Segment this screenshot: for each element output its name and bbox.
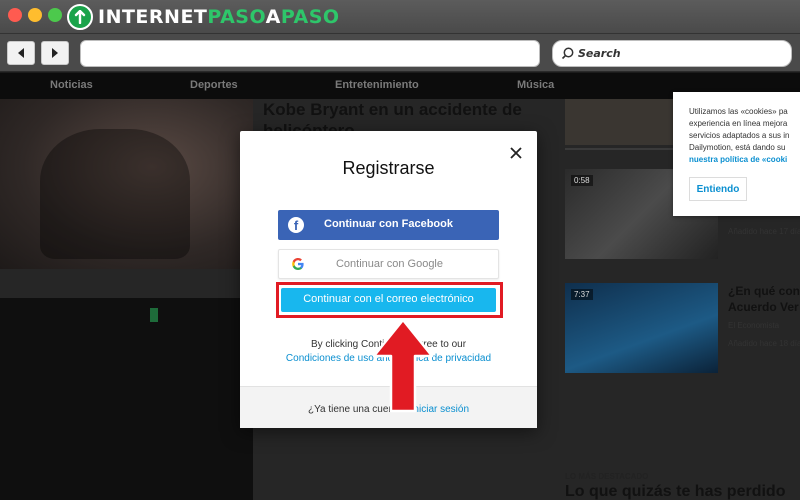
search-icon: [561, 47, 574, 60]
modal-title: Registrarse: [342, 158, 435, 178]
window-titlebar: INTERNETPASOAPASO: [0, 0, 800, 34]
cookie-text-line: Utilizamos las «cookies» pa: [689, 107, 788, 116]
red-arrow-annotation: [372, 318, 434, 413]
close-window-button[interactable]: [8, 8, 22, 22]
logo-text: INTERNETPASOAPASO: [98, 6, 340, 28]
cookie-text-line: servicios adaptados a sus in: [689, 131, 790, 140]
duration-badge: 7:37: [571, 289, 593, 300]
nav-item-deportes[interactable]: Deportes: [190, 79, 238, 91]
browser-toolbar: Search: [0, 34, 800, 72]
video-meta: Añadido hace 18 días: [728, 339, 800, 348]
cookie-policy-link[interactable]: nuestra política de «cooki: [689, 154, 800, 166]
arrow-left-icon: [18, 48, 24, 58]
section-label: LO MÁS DESTACADO: [565, 472, 649, 481]
facebook-button-label: Continuar con Facebook: [324, 218, 453, 230]
video-source: El Economista: [728, 321, 780, 330]
address-bar[interactable]: [80, 40, 540, 67]
email-button-label: Continuar con el correo electrónico: [303, 293, 474, 305]
close-icon: [510, 147, 522, 159]
maximize-window-button[interactable]: [48, 8, 62, 22]
search-placeholder: Search: [578, 47, 621, 60]
video-thumbnail-3[interactable]: 7:37: [565, 283, 718, 373]
video-meta: Añadido hace 17 días: [728, 227, 800, 236]
continue-with-google-button[interactable]: Continuar con Google: [278, 249, 499, 279]
close-modal-button[interactable]: [506, 143, 526, 163]
internetpasoapaso-logo: INTERNETPASOAPASO: [67, 3, 340, 31]
nav-item-musica[interactable]: Música: [517, 79, 554, 91]
continue-with-email-button[interactable]: Continuar con el correo electrónico: [281, 288, 496, 312]
duration-badge: 0:58: [571, 175, 593, 186]
search-field[interactable]: Search: [552, 40, 792, 67]
google-button-label: Continuar con Google: [335, 258, 443, 270]
nav-item-noticias[interactable]: Noticias: [50, 79, 93, 91]
back-button[interactable]: [7, 41, 35, 65]
forward-button[interactable]: [41, 41, 69, 65]
cookie-text-line: experiencia en línea mejora: [689, 119, 788, 128]
arrow-right-icon: [52, 48, 58, 58]
section-title: Lo que quizás te has perdido: [565, 483, 786, 500]
news-photo-kobe[interactable]: [0, 99, 253, 269]
logo-badge-icon: [67, 4, 93, 30]
continue-with-facebook-button[interactable]: f Continuar con Facebook: [278, 210, 499, 240]
nav-item-entretenimiento[interactable]: Entretenimiento: [335, 79, 419, 91]
minimize-window-button[interactable]: [28, 8, 42, 22]
accept-cookies-button[interactable]: Entiendo: [689, 177, 747, 201]
video-title[interactable]: ¿En qué consiste Acuerdo Ver: [728, 283, 800, 315]
cookie-banner: Utilizamos las «cookies» pa experiencia …: [673, 92, 800, 216]
video-thumbnail-dark[interactable]: [0, 298, 253, 500]
cookie-text-line: Dailymotion, está dando su: [689, 143, 786, 152]
